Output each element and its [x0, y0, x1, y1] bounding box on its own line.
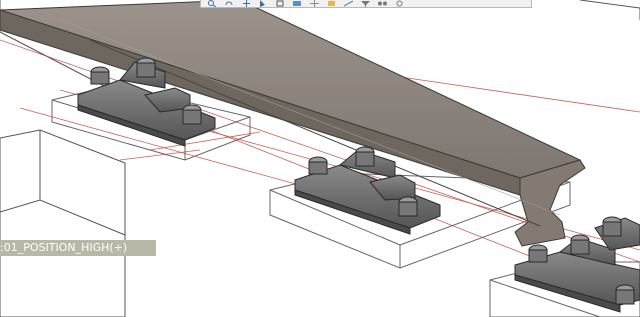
view-icon[interactable] [292, 0, 303, 7]
status-label: :01_POSITION_HIGH(+) [0, 240, 156, 256]
rotate-icon[interactable] [224, 0, 235, 7]
zoom-icon[interactable] [207, 0, 218, 7]
snap-icon[interactable] [275, 0, 286, 7]
pan-icon[interactable] [241, 0, 252, 7]
measure-icon[interactable] [343, 0, 354, 7]
3d-viewport[interactable]: :01_POSITION_HIGH(+) [0, 0, 640, 317]
section-icon[interactable] [377, 0, 388, 7]
layer-icon[interactable] [326, 0, 337, 7]
settings-icon[interactable] [394, 0, 405, 7]
view-toolbar [200, 0, 532, 8]
rail-fastening-model[interactable] [0, 0, 640, 317]
grid-icon[interactable] [309, 0, 320, 7]
sleeper-left [0, 129, 126, 317]
select-icon[interactable] [258, 0, 269, 7]
filter-icon[interactable] [360, 0, 371, 7]
